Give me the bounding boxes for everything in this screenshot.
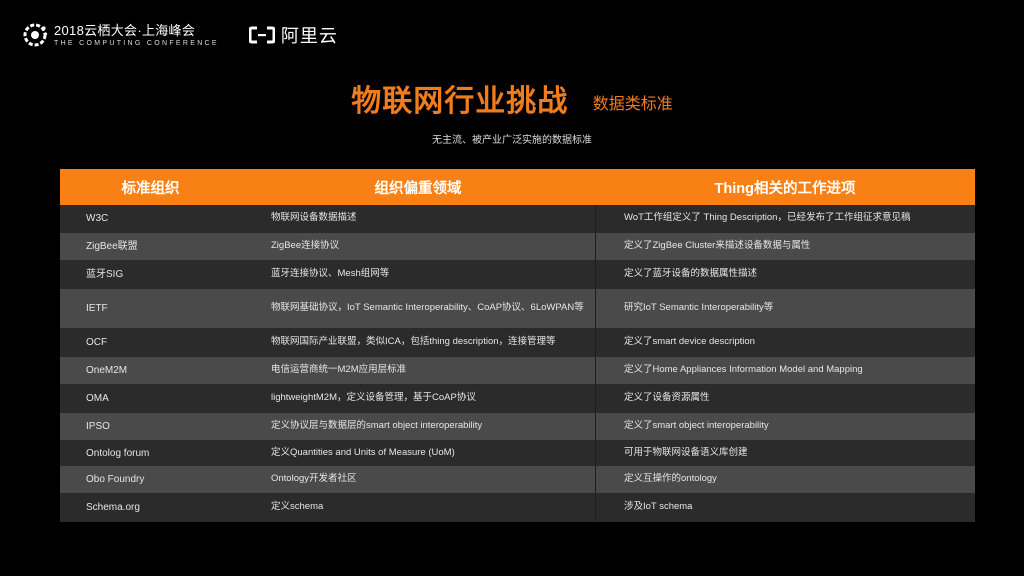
org-cell: OneM2M xyxy=(86,365,128,376)
table-row: OneM2M 电信运营商统一M2M应用层标准 定义了Home Appliances … xyxy=(60,357,975,385)
focus-cell: Ontology开发者社区 xyxy=(271,473,357,485)
header-work: Thing相关的工作进项 xyxy=(714,180,856,197)
conference-name: 2018云栖大会·上海峰会 THE COMPUTING CONFERENCE xyxy=(54,24,219,47)
work-cell: 定义了smart device description xyxy=(595,329,975,356)
work-cell: 定义互操作的ontology xyxy=(595,466,975,493)
table-row: Obo Foundry Ontology开发者社区 定义互操作的ontology xyxy=(60,466,975,494)
org-cell: W3C xyxy=(86,213,109,224)
org-cell: Ontolog forum xyxy=(86,447,150,459)
aliyun-logo-icon xyxy=(248,26,275,44)
standards-table: 标准组织 组织偏重领域 Thing相关的工作进项 W3C 物联网设备数据描述 WoT… xyxy=(60,169,975,522)
work-cell: 涉及IoT schema xyxy=(595,494,975,521)
table-body: W3C 物联网设备数据描述 WoT工作组定义了 Thing Description，… xyxy=(60,205,975,522)
conference-logo-icon xyxy=(22,22,48,48)
slide-heading: 物联网行业挑战 数据类标准 xyxy=(0,76,1024,120)
focus-cell: 定义schema xyxy=(271,501,324,513)
table-row: W3C 物联网设备数据描述 WoT工作组定义了 Thing Description，… xyxy=(60,205,975,233)
focus-cell: 定义Quantities and Units of Measure (UoM) xyxy=(271,446,455,458)
conference-title: 2018云栖大会·上海峰会 xyxy=(54,22,196,38)
focus-cell: 蓝牙连接协议、Mesh组网等 xyxy=(271,268,390,280)
focus-cell: 物联网设备数据描述 xyxy=(271,212,357,224)
header-org: 标准组织 xyxy=(121,180,180,197)
work-cell: 定义了设备资源属性 xyxy=(595,385,975,412)
slide-caption: 无主流、被产业广泛实施的数据标准 xyxy=(432,135,592,146)
table-row: 蓝牙SIG 蓝牙连接协议、Mesh组网等 定义了蓝牙设备的数据属性描述 xyxy=(60,261,975,289)
table-header: 标准组织 组织偏重领域 Thing相关的工作进项 xyxy=(60,169,975,205)
header-focus: 组织偏重领域 xyxy=(374,180,462,197)
table-row: Ontolog forum 定义Quantities and Units of M… xyxy=(60,441,975,466)
slide-title: 物联网行业挑战 xyxy=(351,85,569,118)
org-cell: Schema.org xyxy=(86,502,140,513)
work-cell: 可用于物联网设备语义库创建 xyxy=(595,441,975,465)
org-cell: IPSO xyxy=(86,421,110,432)
brand-logo: 阿里云 xyxy=(248,22,338,48)
focus-cell: 物联网基础协议，IoT Semantic Interoperability、Co… xyxy=(271,302,584,314)
work-cell: 研究IoT Semantic Interoperability等 xyxy=(595,289,975,328)
table-row: Schema.org 定义schema 涉及IoT schema xyxy=(60,494,975,522)
header: 2018云栖大会·上海峰会 THE COMPUTING CONFERENCE 阿… xyxy=(22,22,338,48)
focus-cell: 物联网国际产业联盟，类似ICA，包括thing description，连接管理… xyxy=(271,336,556,348)
work-cell: 定义了蓝牙设备的数据属性描述 xyxy=(595,261,975,288)
brand-name: 阿里云 xyxy=(280,26,338,46)
table-row: IETF 物联网基础协议，IoT Semantic Interoperabilit… xyxy=(60,289,975,329)
org-cell: OCF xyxy=(86,337,108,348)
slide-subtitle: 数据类标准 xyxy=(592,96,673,113)
focus-cell: 电信运营商统一M2M应用层标准 xyxy=(271,364,407,376)
org-cell: OMA xyxy=(86,393,109,404)
table-row: OCF 物联网国际产业联盟，类似ICA，包括thing description，连… xyxy=(60,329,975,357)
focus-cell: lightweightM2M，定义设备管理，基于CoAP协议 xyxy=(271,392,476,404)
table-row: OMA lightweightM2M，定义设备管理，基于CoAP协议 定义了设备资源… xyxy=(60,385,975,413)
work-cell: 定义了ZigBee Cluster来描述设备数据与属性 xyxy=(595,233,975,260)
focus-cell: ZigBee连接协议 xyxy=(271,240,340,252)
work-cell: WoT工作组定义了 Thing Description，已经发布了工作组征求意见… xyxy=(595,205,975,232)
org-cell: 蓝牙SIG xyxy=(86,269,124,280)
focus-cell: 定义协议层与数据层的smart object interoperability xyxy=(271,420,483,432)
org-cell: ZigBee联盟 xyxy=(86,241,138,252)
work-cell: 定义了smart object interoperability xyxy=(595,413,975,440)
org-cell: IETF xyxy=(86,303,108,314)
table-row: ZigBee联盟 ZigBee连接协议 定义了ZigBee Cluster来描述设备… xyxy=(60,233,975,261)
table-row: IPSO 定义协议层与数据层的smart object interoperabil… xyxy=(60,413,975,441)
org-cell: Obo Foundry xyxy=(86,474,145,485)
conference-subtitle: THE COMPUTING CONFERENCE xyxy=(54,39,219,47)
work-cell: 定义了Home Appliances Information Model and… xyxy=(595,357,975,384)
